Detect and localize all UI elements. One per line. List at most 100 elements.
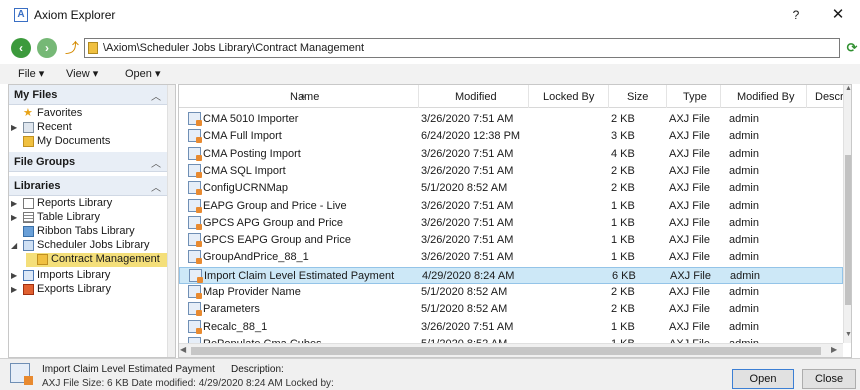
scroll-down-icon[interactable]: ▼	[844, 331, 851, 343]
file-size: 1 KB	[611, 320, 635, 333]
file-type: AXJ File	[669, 147, 710, 160]
import-icon	[23, 270, 34, 281]
scroll-left-icon[interactable]: ◀	[180, 345, 186, 354]
export-icon	[23, 284, 34, 295]
table-row[interactable]: Import Claim Level Estimated Payment 4/29…	[179, 266, 843, 284]
file-size: 2 KB	[611, 303, 635, 316]
navigation-scrollbar[interactable]	[167, 85, 175, 357]
file-type: AXJ File	[669, 199, 710, 212]
open-button[interactable]: Open	[732, 369, 794, 389]
file-size: 1 KB	[611, 216, 635, 229]
job-file-icon	[188, 250, 202, 265]
collapse-arrow-icon[interactable]: ◢	[11, 241, 17, 250]
file-modified-by: admin	[729, 182, 759, 195]
table-row[interactable]: CMA SQL Import 3/26/2020 7:51 AM 2 KB AXJ F…	[179, 163, 843, 180]
column-description[interactable]: Descrip	[807, 85, 851, 108]
selected-file-details: AXJ File Size: 6 KB Date modified: 4/29/…	[42, 378, 334, 389]
file-modified: 3/26/2020 7:51 AM	[421, 320, 514, 333]
file-modified-by: admin	[729, 147, 759, 160]
section-file-groups[interactable]: File Groups ︿	[9, 152, 167, 172]
file-size: 1 KB	[611, 234, 635, 247]
chevron-up-icon[interactable]: ︿	[151, 179, 161, 194]
column-name[interactable]: ▲ Name	[179, 85, 419, 108]
table-row[interactable]: GroupAndPrice_88_1 3/26/2020 7:51 AM 1 KB A…	[179, 249, 843, 266]
table-row[interactable]: CMA Posting Import 3/26/2020 7:51 AM 4 KB A…	[179, 146, 843, 163]
navigation-bar: ‹ › ⤴ \Axiom\Scheduler Jobs Library\Cont…	[0, 36, 860, 62]
file-modified-by: admin	[729, 251, 759, 264]
scroll-right-icon[interactable]: ▶	[831, 345, 837, 354]
file-type: AXJ File	[669, 234, 710, 247]
file-type: AXJ File	[670, 269, 711, 282]
table-row[interactable]: GPCS EAPG Group and Price 3/26/2020 7:51 …	[179, 232, 843, 249]
section-libraries[interactable]: Libraries ︿	[9, 176, 167, 196]
section-my-files[interactable]: My Files ︿	[9, 85, 167, 105]
window-title: Axiom Explorer	[34, 8, 116, 22]
table-row[interactable]: Recalc_88_1 3/26/2020 7:51 AM 1 KB AXJ File…	[179, 319, 843, 336]
back-button[interactable]: ‹	[11, 38, 31, 58]
job-file-icon	[189, 268, 203, 283]
up-folder-button[interactable]: ⤴	[62, 38, 82, 58]
file-name: GPCS APG Group and Price	[203, 216, 344, 229]
column-type[interactable]: Type	[667, 85, 721, 108]
close-button[interactable]: Close	[802, 369, 856, 389]
file-size: 2 KB	[611, 182, 635, 195]
expand-arrow-icon[interactable]: ▶	[11, 271, 17, 280]
selected-file-name: Import Claim Level Estimated Payment	[42, 364, 215, 375]
chevron-up-icon[interactable]: ︿	[151, 155, 161, 170]
menu-file[interactable]: File ▾	[18, 67, 44, 80]
refresh-button[interactable]: ⟳	[844, 40, 860, 56]
column-modified-by[interactable]: Modified By	[721, 85, 807, 108]
report-icon	[23, 198, 34, 209]
job-file-icon	[188, 112, 202, 126]
column-locked-by[interactable]: Locked By	[529, 85, 609, 108]
job-file-icon	[10, 363, 33, 385]
file-type: AXJ File	[669, 113, 710, 125]
help-button[interactable]: ?	[786, 6, 806, 24]
file-type: AXJ File	[669, 182, 710, 195]
table-icon	[23, 212, 34, 223]
horizontal-scrollbar[interactable]: ◀ ▶	[179, 343, 843, 357]
file-name: EAPG Group and Price - Live	[203, 199, 347, 212]
file-modified: 3/26/2020 7:51 AM	[421, 216, 514, 229]
file-type: AXJ File	[669, 251, 710, 264]
file-modified: 5/1/2020 8:52 AM	[421, 182, 508, 195]
chevron-up-icon[interactable]: ︿	[151, 88, 161, 103]
file-modified: 5/1/2020 8:52 AM	[421, 303, 508, 316]
file-name: Parameters	[203, 303, 260, 316]
scroll-up-icon[interactable]: ▲	[844, 85, 851, 97]
file-type: AXJ File	[669, 286, 710, 298]
file-modified-by: admin	[729, 199, 759, 212]
forward-button[interactable]: ›	[37, 38, 57, 58]
table-row[interactable]: Map Provider Name 5/1/2020 8:52 AM 2 KB AXJ…	[179, 284, 843, 301]
table-row[interactable]: ConfigUCRNMap 5/1/2020 8:52 AM 2 KB AXJ Fil…	[179, 180, 843, 197]
expand-arrow-icon[interactable]: ▶	[11, 213, 17, 222]
navigation-pane: My Files ︿ ★ Favorites ▶ Recent My Docum…	[8, 84, 176, 358]
menu-view[interactable]: View ▾	[66, 67, 98, 80]
recent-icon	[23, 122, 34, 133]
horizontal-scroll-thumb[interactable]	[191, 347, 821, 355]
up-folder-icon: ⤴	[65, 40, 79, 56]
expand-arrow-icon[interactable]: ▶	[11, 123, 17, 132]
address-bar[interactable]: \Axiom\Scheduler Jobs Library\Contract M…	[84, 38, 840, 58]
column-size[interactable]: Size	[609, 85, 667, 108]
menu-open[interactable]: Open ▾	[125, 67, 161, 80]
table-row[interactable]: EAPG Group and Price - Live 3/26/2020 7:5…	[179, 198, 843, 215]
table-row[interactable]: CMA 5010 Importer 3/26/2020 7:51 AM 2 KB AX…	[179, 111, 843, 128]
scheduler-icon	[23, 240, 34, 251]
file-size: 2 KB	[611, 113, 635, 125]
table-row[interactable]: Parameters 5/1/2020 8:52 AM 2 KB AXJ File ad…	[179, 301, 843, 318]
column-modified[interactable]: Modified	[419, 85, 529, 108]
file-size: 1 KB	[611, 199, 635, 212]
table-row[interactable]: GPCS APG Group and Price 3/26/2020 7:51 A…	[179, 215, 843, 232]
expand-arrow-icon[interactable]: ▶	[11, 285, 17, 294]
file-type: AXJ File	[669, 320, 710, 333]
vertical-scrollbar[interactable]: ▲ ▼	[843, 85, 851, 343]
expand-arrow-icon[interactable]: ▶	[11, 199, 17, 208]
table-row[interactable]: CMA Full Import 6/24/2020 12:38 PM 3 KB AXJ…	[179, 128, 843, 145]
vertical-scroll-thumb[interactable]	[845, 155, 851, 305]
file-modified-by: admin	[729, 164, 759, 177]
window-close-button[interactable]: ✕	[826, 5, 850, 25]
file-name: CMA Posting Import	[203, 147, 301, 160]
job-file-icon	[188, 215, 202, 230]
file-type: AXJ File	[669, 130, 710, 143]
